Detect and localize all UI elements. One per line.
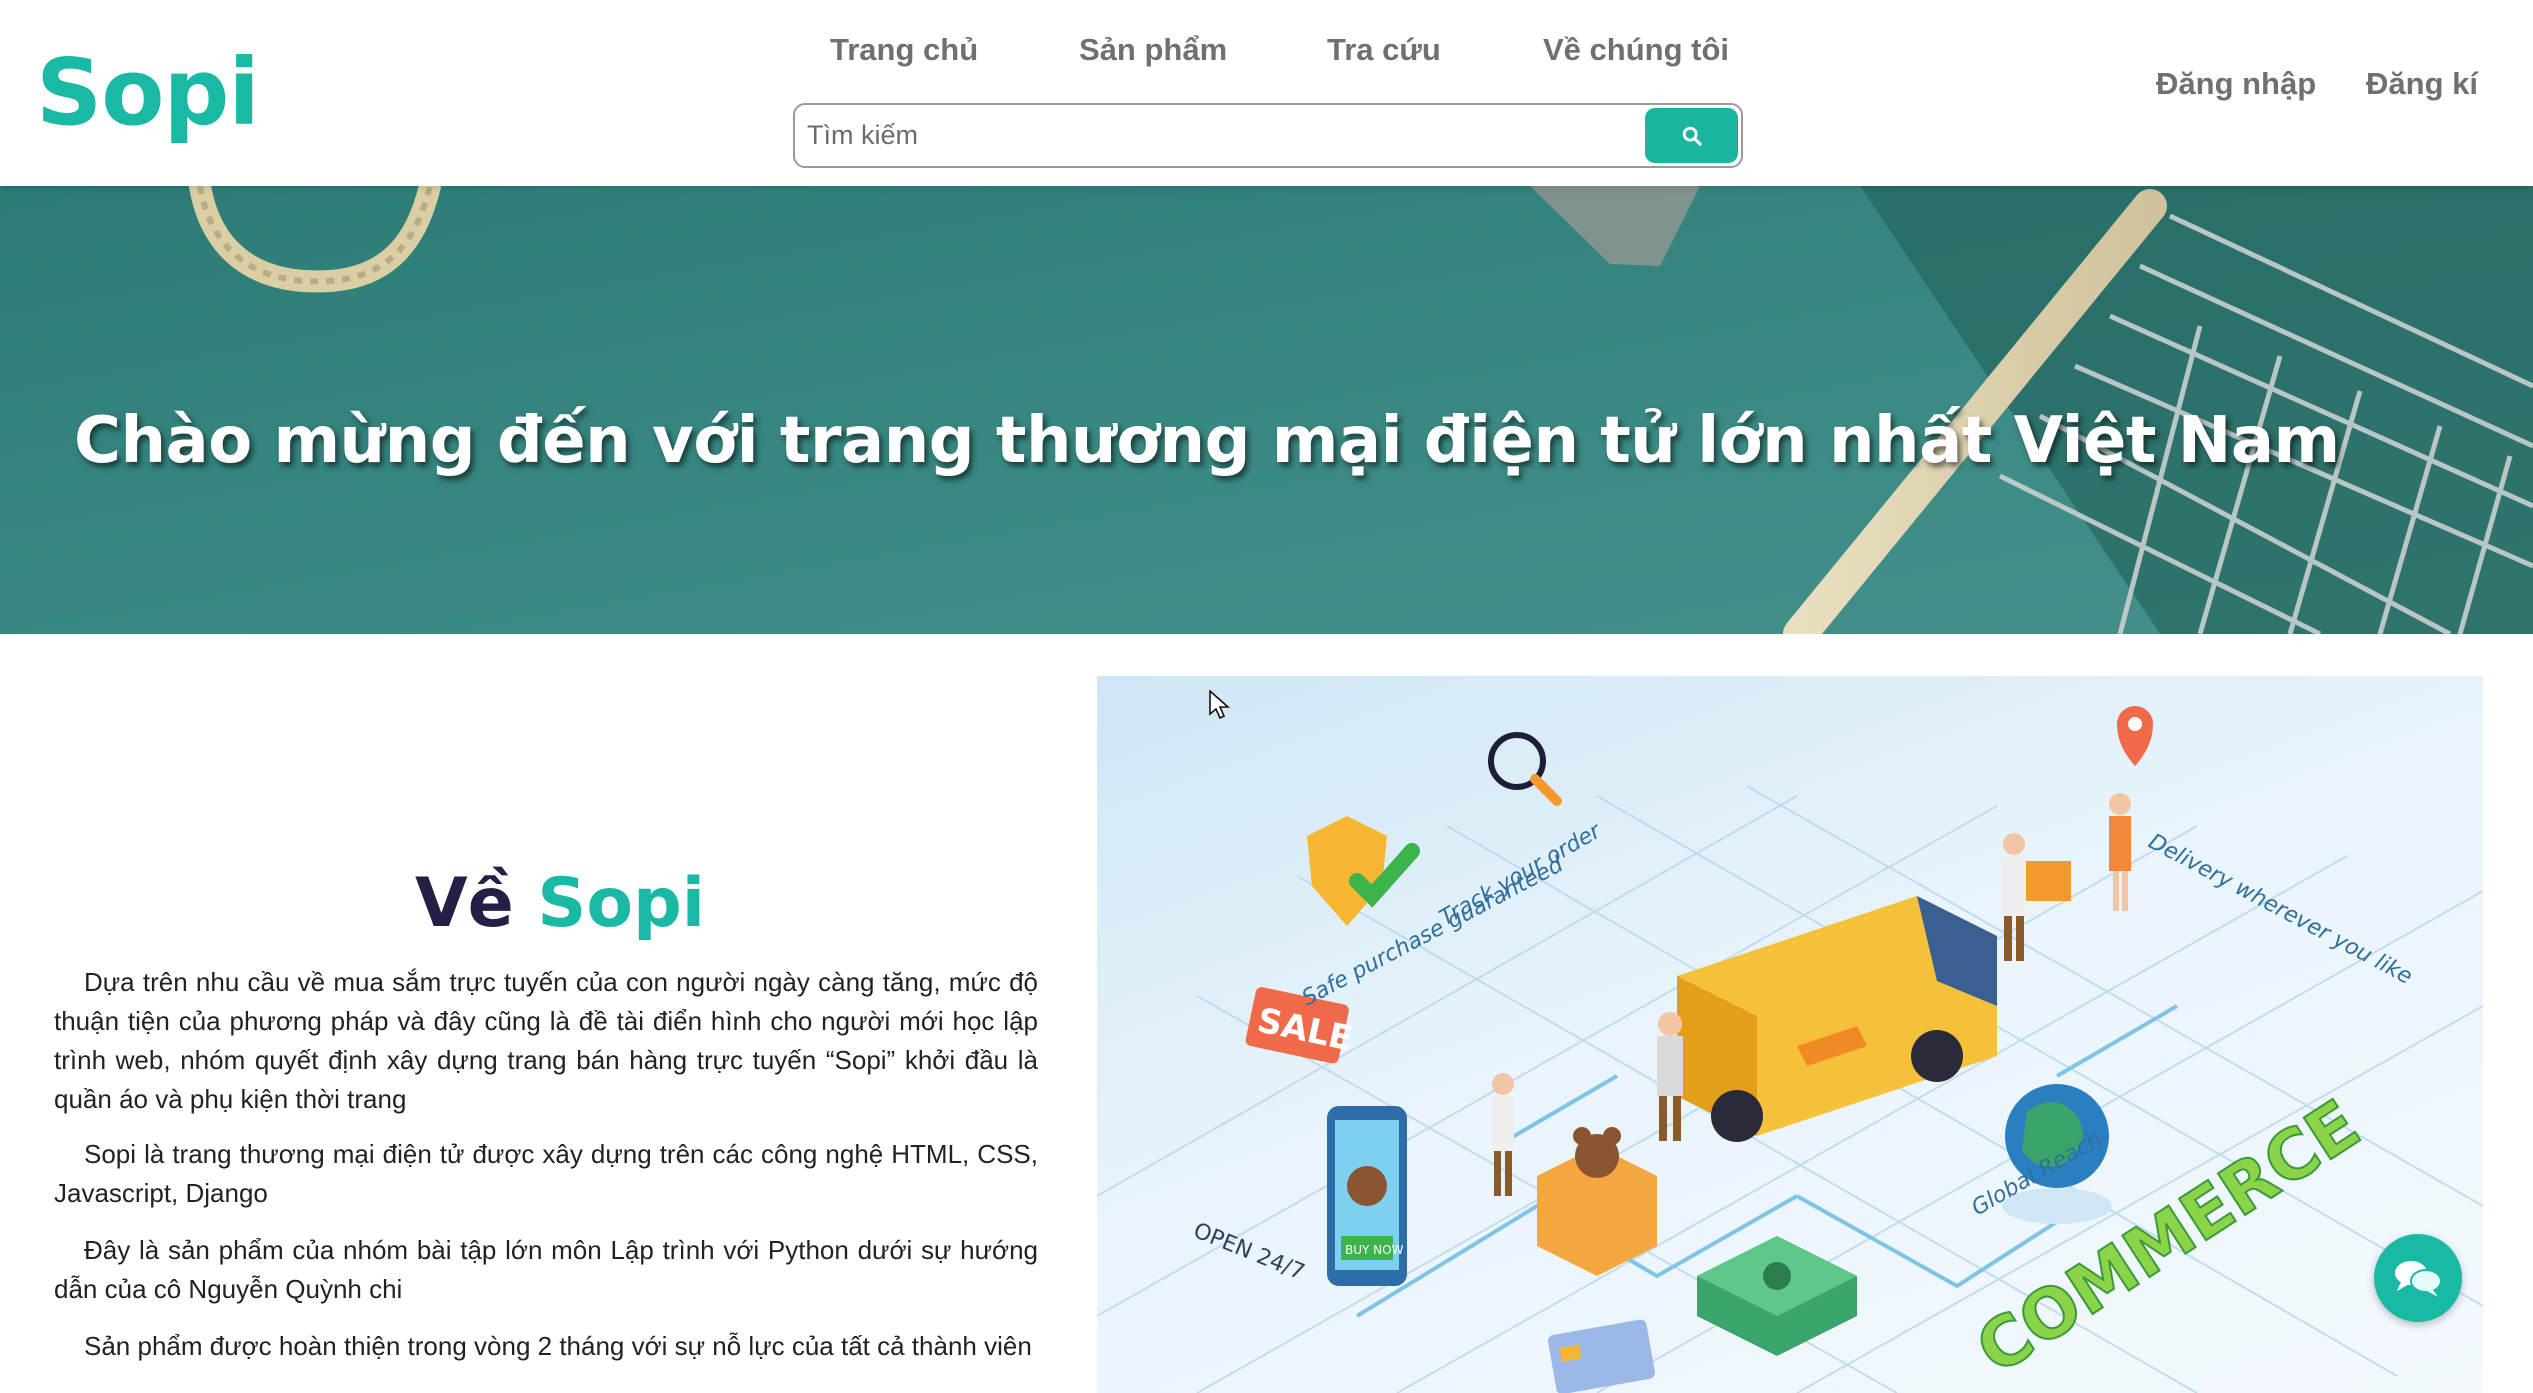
ecommerce-illustration: SALE Safe purchase guaranteed Track your…: [1097, 676, 2483, 1393]
login-link[interactable]: Đăng nhập: [2156, 66, 2316, 102]
location-pin-icon: [2117, 706, 2153, 766]
cash-stack: [1697, 1236, 1857, 1356]
site-logo[interactable]: Sopi: [36, 38, 260, 148]
search-icon: [1682, 126, 1702, 146]
about-paragraph: Đây là sản phẩm của nhóm bài tập lớn môn…: [54, 1235, 1038, 1304]
smartphone-icon: BUY NOW: [1327, 1106, 1407, 1286]
about-heading: Về Sopi: [0, 864, 1120, 944]
nav-item-home[interactable]: Trang chủ: [830, 32, 978, 68]
courier-figure: [1657, 1012, 1683, 1141]
svg-text:BUY NOW: BUY NOW: [1345, 1243, 1404, 1257]
svg-text:OPEN 24/7: OPEN 24/7: [1190, 1218, 1308, 1285]
ecommerce-illustration-graphic: SALE Safe purchase guaranteed Track your…: [1097, 706, 2483, 1393]
about-paragraph: Sopi là trang thương mại điện tử được xâ…: [54, 1139, 1038, 1208]
sale-tag: SALE: [1245, 987, 1356, 1064]
hero-banner: Chào mừng đến với trang thương mại điện …: [0, 186, 2533, 634]
nav-item-lookup[interactable]: Tra cứu: [1327, 32, 1441, 68]
banner-title: Chào mừng đến với trang thương mại điện …: [74, 404, 2340, 478]
search-input[interactable]: [807, 111, 1607, 160]
svg-text:Delivery wherever you like: Delivery wherever you like: [2144, 829, 2416, 990]
chat-button[interactable]: [2374, 1234, 2462, 1322]
search-button[interactable]: [1645, 108, 1738, 163]
chat-bubbles-icon: [2395, 1261, 2442, 1297]
site-header: Sopi Trang chủ Sản phẩm Tra cứu Về chúng…: [0, 0, 2533, 186]
about-heading-prefix: Về: [414, 864, 514, 943]
shopper-figure: [1492, 1073, 1514, 1196]
about-heading-brand: Sopi: [537, 864, 706, 943]
woman-figure: [2109, 793, 2131, 911]
search-bar: [793, 103, 1743, 168]
bear-box: [1537, 1127, 1657, 1276]
shield-icon: [1307, 816, 1420, 926]
nav-item-about[interactable]: Về chúng tôi: [1543, 32, 1729, 68]
credit-card-icon: [1547, 1319, 1655, 1393]
magnifier-icon: [1488, 732, 1562, 806]
about-paragraph: Dựa trên nhu cầu về mua sắm trực tuyến c…: [54, 967, 1038, 1114]
about-paragraph: Sản phẩm được hoàn thiện trong vòng 2 th…: [84, 1331, 1032, 1361]
nav-item-products[interactable]: Sản phẩm: [1079, 32, 1227, 68]
delivery-van: [1677, 896, 1997, 1142]
register-link[interactable]: Đăng kí: [2366, 66, 2478, 102]
mouse-cursor-icon: [1209, 690, 1231, 720]
person-with-box: [2002, 833, 2071, 961]
